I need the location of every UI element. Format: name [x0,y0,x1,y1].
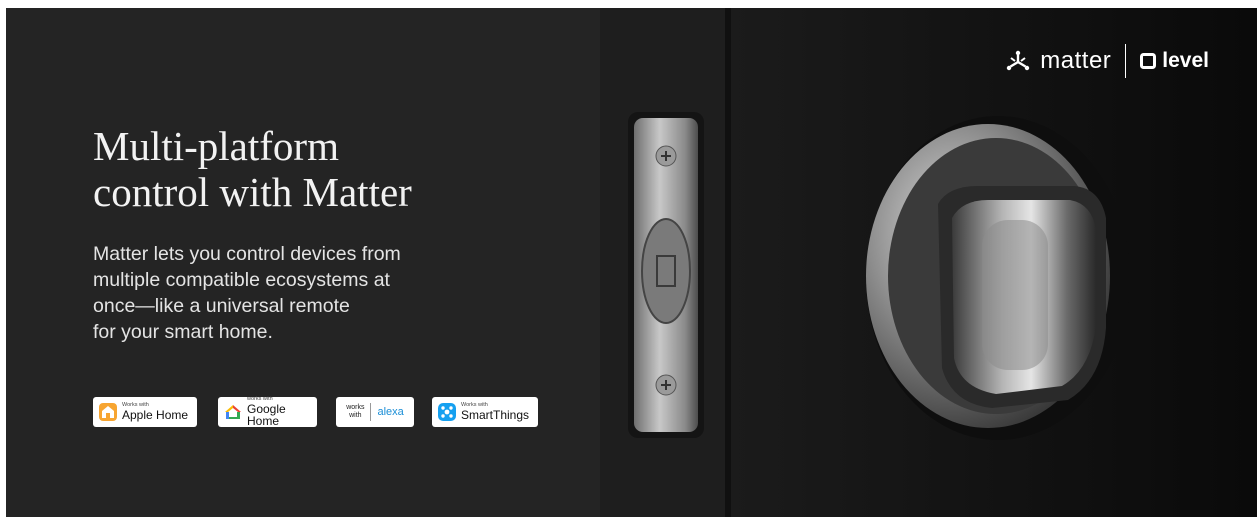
level-icon [1140,53,1157,69]
brand-lockup: matter level [1006,44,1209,78]
brand-divider [1125,44,1127,78]
matter-wordmark: matter [1040,47,1112,74]
alexa-works-with: works with [346,404,364,420]
alexa-divider [370,403,372,421]
smartthings-badge-title: SmartThings [461,408,530,423]
headline-line-2: control with Matter [93,169,412,215]
google-home-icon [225,405,241,419]
matter-icon [1007,50,1030,71]
smartthings-icon [438,403,456,421]
description: Matter lets you control devices from mul… [93,241,493,345]
smart-lock-image [600,8,1257,517]
apple-badge-title: Apple Home [122,408,189,423]
alexa-works-line-1: works [346,404,365,411]
google-home-badge[interactable]: works with Google Home [218,396,317,429]
hero-banner: Multi-platform control with Matter Matte… [6,8,1257,517]
description-line-2: multiple compatible ecosystems at [93,269,390,291]
level-wordmark: level [1162,49,1209,72]
alexa-badge[interactable]: works with alexa [336,397,414,427]
google-badge-title: Google Home [247,402,286,429]
description-line-1: Matter lets you control devices from [93,243,401,265]
description-line-3: once—like a universal remote [93,295,350,317]
text-panel: Multi-platform control with Matter Matte… [6,8,600,517]
smart-lock-photo: matter level [600,8,1257,517]
alexa-works-line-2: with [349,412,362,419]
headline: Multi-platform control with Matter [93,123,563,215]
apple-home-badge[interactable]: Works with Apple Home [93,397,197,427]
smartthings-badge[interactable]: Works with SmartThings [432,397,538,427]
alexa-wordmark: alexa [377,406,404,418]
apple-home-icon [99,403,117,421]
description-line-4: for your smart home. [93,321,273,343]
headline-line-1: Multi-platform [93,123,339,169]
